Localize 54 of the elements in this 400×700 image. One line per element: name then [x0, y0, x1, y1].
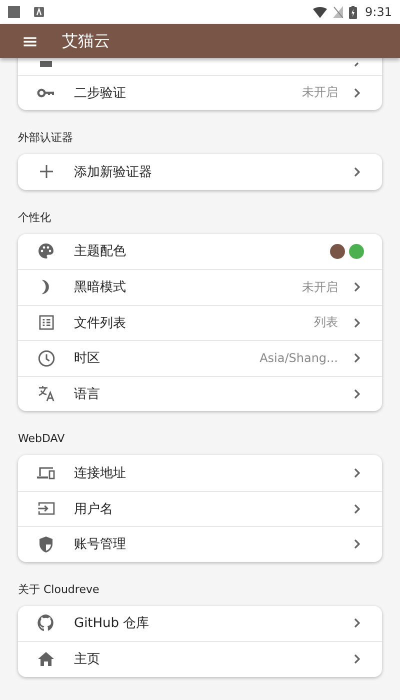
settings-row[interactable]: 黑暗模式 未开启: [18, 269, 382, 304]
settings-row[interactable]: GitHub 仓库: [18, 606, 382, 641]
settings-row[interactable]: 主题配色: [18, 234, 382, 269]
row-label: 连接地址: [74, 464, 126, 482]
wifi-icon: [313, 6, 328, 18]
settings-row[interactable]: 时区 Asia/Shang...: [18, 340, 382, 376]
row-label: 时区: [74, 350, 100, 368]
settings-row[interactable]: 账号管理: [18, 526, 382, 562]
settings-row[interactable]: 用户名: [18, 490, 382, 526]
menu-button[interactable]: ≡: [20, 31, 40, 51]
section-title: 个性化: [18, 210, 52, 226]
home-icon: [38, 652, 54, 666]
row-label: 用户名: [74, 500, 113, 518]
moon-icon: [41, 279, 51, 296]
app-notification-icon: [34, 7, 44, 17]
settings-row[interactable]: 语言: [18, 376, 382, 411]
row-label: GitHub 仓库: [74, 615, 150, 632]
no-signal-icon: [333, 6, 344, 18]
section-title: 关于 Cloudreve: [18, 582, 100, 598]
settings-row[interactable]: 主页: [18, 641, 382, 676]
row-value: 列表: [314, 314, 338, 332]
translate-icon: [38, 385, 54, 402]
battery-icon: [349, 6, 358, 18]
settings-row[interactable]: 文件列表 列表: [18, 304, 382, 340]
color-swatch[interactable]: [330, 244, 345, 259]
notification-icon: [8, 6, 20, 18]
section-title: 外部认证器: [18, 130, 74, 146]
row-label: 语言: [74, 386, 100, 403]
row-label: 二步验证: [74, 84, 126, 102]
palette-icon: [38, 243, 54, 260]
login-icon: [38, 502, 54, 516]
settings-row[interactable]: 添加新验证器: [18, 154, 382, 190]
row-label: 添加新验证器: [74, 164, 152, 181]
shield-icon: [39, 536, 53, 553]
status-time: 9:31: [365, 5, 392, 19]
row-label: 账号管理: [74, 536, 126, 554]
row-value: Asia/Shang...: [260, 351, 338, 366]
color-swatch[interactable]: [349, 244, 364, 259]
github-icon: [37, 614, 55, 632]
devices-icon: [37, 466, 55, 480]
settings-row[interactable]: 连接地址: [18, 455, 382, 490]
section-title: WebDAV: [18, 431, 66, 447]
row-value: 未开启: [302, 278, 338, 296]
row-value: 未开启: [302, 84, 338, 102]
settings-row[interactable]: 二步验证 未开启: [18, 74, 382, 110]
app-title: 艾猫云: [62, 30, 110, 52]
row-label: 主页: [74, 651, 100, 668]
row-label: 主题配色: [74, 243, 126, 260]
list-icon: [38, 315, 54, 330]
plus-icon: [40, 165, 52, 178]
row-label: 文件列表: [74, 314, 126, 332]
key-icon: [37, 88, 55, 98]
clock-icon: [38, 350, 54, 367]
row-label: 黑暗模式: [74, 279, 126, 296]
